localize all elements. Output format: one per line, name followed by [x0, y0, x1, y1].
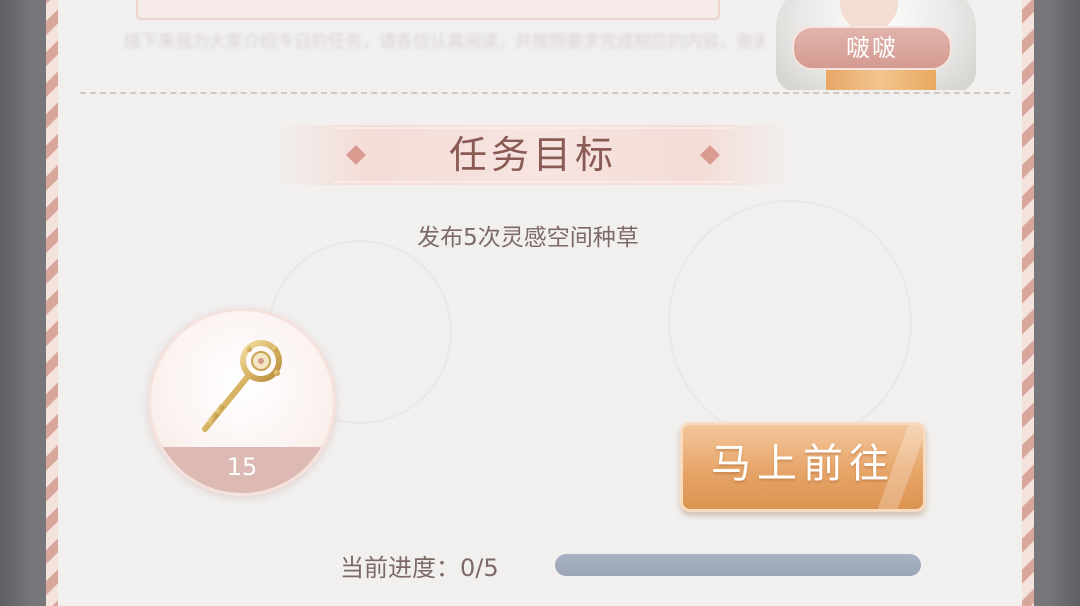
section-title: 任务目标: [448, 133, 617, 177]
reward-item[interactable]: 15: [148, 308, 336, 496]
go-now-button[interactable]: 马上前往: [680, 422, 926, 512]
dialog-text: 接下来我为大家介绍今日的任务，请各位认真阅读，并按照要求完成相应的内容，谢谢大家…: [124, 32, 764, 52]
progress-bar: [555, 554, 921, 576]
speaker-name-tag: 啵啵: [792, 26, 952, 70]
task-panel: 接下来我为大家介绍今日的任务，请各位认真阅读，并按照要求完成相应的内容，谢谢大家…: [58, 0, 1022, 606]
progress-label: 当前进度：0/5: [340, 554, 499, 582]
golden-key-icon: [202, 340, 282, 432]
task-description: 发布5次灵感空间种草: [417, 225, 639, 251]
dialog-box: [136, 0, 720, 20]
divider: [80, 92, 1010, 94]
go-now-label: 马上前往: [711, 441, 895, 487]
reward-count: 15: [151, 447, 333, 493]
section-header: 任务目标: [273, 125, 793, 185]
